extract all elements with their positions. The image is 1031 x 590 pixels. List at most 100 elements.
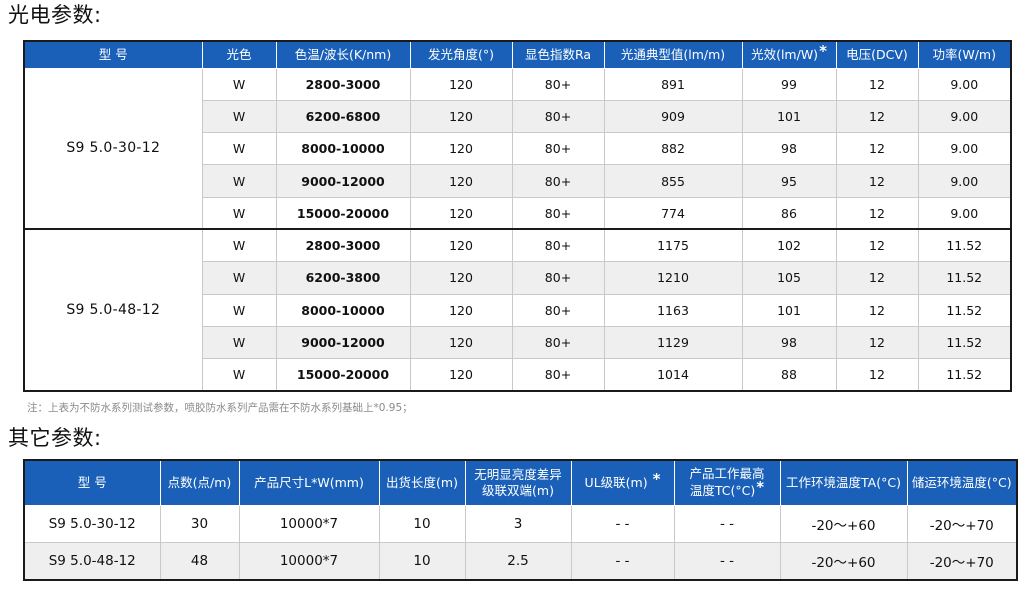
table-cell: - - (570, 504, 675, 543)
table-cell: 15000-20000 (275, 196, 411, 230)
header-model: 型 号 (23, 40, 203, 69)
table-cell: 12 (835, 99, 919, 134)
table-cell: 120 (409, 67, 513, 101)
table-cell: 774 (603, 196, 743, 230)
table-cell: 1163 (603, 293, 743, 327)
header-storage-temp: 储运环境温度(°C) (906, 459, 1018, 506)
header-product-size: 产品尺寸L*W(mm) (238, 459, 380, 506)
table-cell: W (201, 67, 277, 101)
header-ul-run: UL级联(m) * (570, 459, 675, 506)
header-power: 功率(W/m) (917, 40, 1012, 69)
table-cell: 1175 (603, 228, 743, 263)
table-cell: 2800-3000 (275, 67, 411, 101)
table-cell: 9.00 (917, 196, 1012, 230)
header-efficacy: 光效(lm/W)* (741, 40, 837, 69)
table-cell: 88 (741, 358, 837, 392)
table-cell: 80+ (511, 228, 605, 263)
table-cell: 11.52 (917, 228, 1012, 263)
table-row: S9 5.0-48-12 W 2800-3000 120 80+ 1175 102 12 11.… (23, 228, 1012, 392)
table-cell: 120 (409, 261, 513, 295)
table-cell: -20～+70 (906, 542, 1018, 581)
table-cell: W (201, 293, 277, 327)
table-cell: 11.52 (917, 358, 1012, 392)
table-cell: 80+ (511, 196, 605, 230)
table-row: S9 5.0-48-12 48 10000*7 10 2.5- -- - -20～+60-… (23, 542, 1018, 581)
footnote: 注：上表为不防水系列测试参数，喷胶防水系列产品需在不防水系列基础上*0.95； (27, 402, 413, 414)
table-cell: 80+ (511, 261, 605, 295)
table-cell: 882 (603, 132, 743, 166)
table-cell: 9000-12000 (275, 325, 411, 360)
table-cell: 1210 (603, 261, 743, 295)
header-light-color: 光色 (201, 40, 277, 69)
table-cell: 120 (409, 293, 513, 327)
table-cell: - - (673, 542, 781, 581)
model-cell: S9 5.0-30-12 (23, 504, 161, 543)
table-cell: 120 (409, 196, 513, 230)
table-cell: 80+ (511, 293, 605, 327)
table-cell: 80+ (511, 325, 605, 360)
header-cri: 显色指数Ra (511, 40, 605, 69)
table-cell: 6200-6800 (275, 99, 411, 134)
table-cell: 80+ (511, 67, 605, 101)
table-cell: 120 (409, 164, 513, 198)
table-row: S9 5.0-30-12 W 2800-3000 120 80+ 891 99 12 9.00 (23, 67, 1012, 230)
table-cell: 120 (409, 99, 513, 134)
header-max-tc: 产品工作最高 温度TC(°C)* (673, 459, 781, 506)
table-cell: 98 (741, 132, 837, 166)
table-cell: W (201, 358, 277, 392)
table-cell: 101 (741, 293, 837, 327)
table-header-row: 型 号 光色 色温/波长(K/nm) 发光角度(°) 显色指数Ra 光通典型值(… (23, 40, 1012, 69)
table-cell: 8000-10000 (275, 132, 411, 166)
table-cell: 855 (603, 164, 743, 198)
table-cell: 98 (741, 325, 837, 360)
table-cell: 30 (159, 504, 240, 543)
asterisk-mark: * (819, 42, 827, 61)
table-cell: 120 (409, 228, 513, 263)
table-cell: 80+ (511, 99, 605, 134)
table-cell: 48 (159, 542, 240, 581)
header-max-run-length: 无明显亮度差异 级联双端(m) (464, 459, 572, 506)
table-cell: 12 (835, 196, 919, 230)
header-color-temp: 色温/波长(K/nm) (275, 40, 411, 69)
table-cell: 99 (741, 67, 837, 101)
header-beam-angle: 发光角度(°) (409, 40, 513, 69)
model-cell: S9 5.0-48-12 (23, 228, 203, 392)
table-header-row: 型 号 点数(点/m) 产品尺寸L*W(mm) 出货长度(m) 无明显亮度差异级… (23, 459, 1018, 506)
table-cell: - - (570, 542, 675, 581)
table-cell: 12 (835, 67, 919, 101)
table-cell: 9.00 (917, 99, 1012, 134)
asterisk-mark: * (756, 478, 765, 497)
table-cell: 6200-3800 (275, 261, 411, 295)
table-cell: W (201, 99, 277, 134)
table-cell: 12 (835, 228, 919, 263)
table-cell: W (201, 196, 277, 230)
table-cell: 11.52 (917, 293, 1012, 327)
table-cell: -20～+60 (779, 542, 908, 581)
table-cell: 10 (378, 542, 466, 581)
optical-params-title: 光电参数: (8, 3, 102, 27)
table-cell: 86 (741, 196, 837, 230)
table-cell: 80+ (511, 132, 605, 166)
model-cell: S9 5.0-30-12 (23, 67, 203, 230)
table-cell: 11.52 (917, 325, 1012, 360)
table-cell: 1129 (603, 325, 743, 360)
table-cell: W (201, 228, 277, 263)
table-cell: 12 (835, 164, 919, 198)
table-cell: 1014 (603, 358, 743, 392)
table-cell: 95 (741, 164, 837, 198)
table-cell: 891 (603, 67, 743, 101)
table-cell: 12 (835, 358, 919, 392)
asterisk-mark: * (652, 470, 661, 489)
table-cell: - - (673, 504, 781, 543)
table-cell: 909 (603, 99, 743, 134)
header-ship-length: 出货长度(m) (378, 459, 466, 506)
table-cell: -20～+70 (906, 504, 1018, 543)
other-params-title: 其它参数: (8, 426, 102, 450)
table-cell: W (201, 261, 277, 295)
table-row: S9 5.0-30-12 30 10000*7 10 3- -- - -20～+60 -20… (23, 504, 1018, 543)
table-cell: 120 (409, 325, 513, 360)
table-cell: 12 (835, 325, 919, 360)
other-params-table: 型 号 点数(点/m) 产品尺寸L*W(mm) 出货长度(m) 无明显亮度差异级… (23, 459, 1018, 581)
optical-params-table: 型 号 光色 色温/波长(K/nm) 发光角度(°) 显色指数Ra 光通典型值(… (23, 40, 1012, 392)
table-cell: 10000*7 (238, 542, 380, 581)
